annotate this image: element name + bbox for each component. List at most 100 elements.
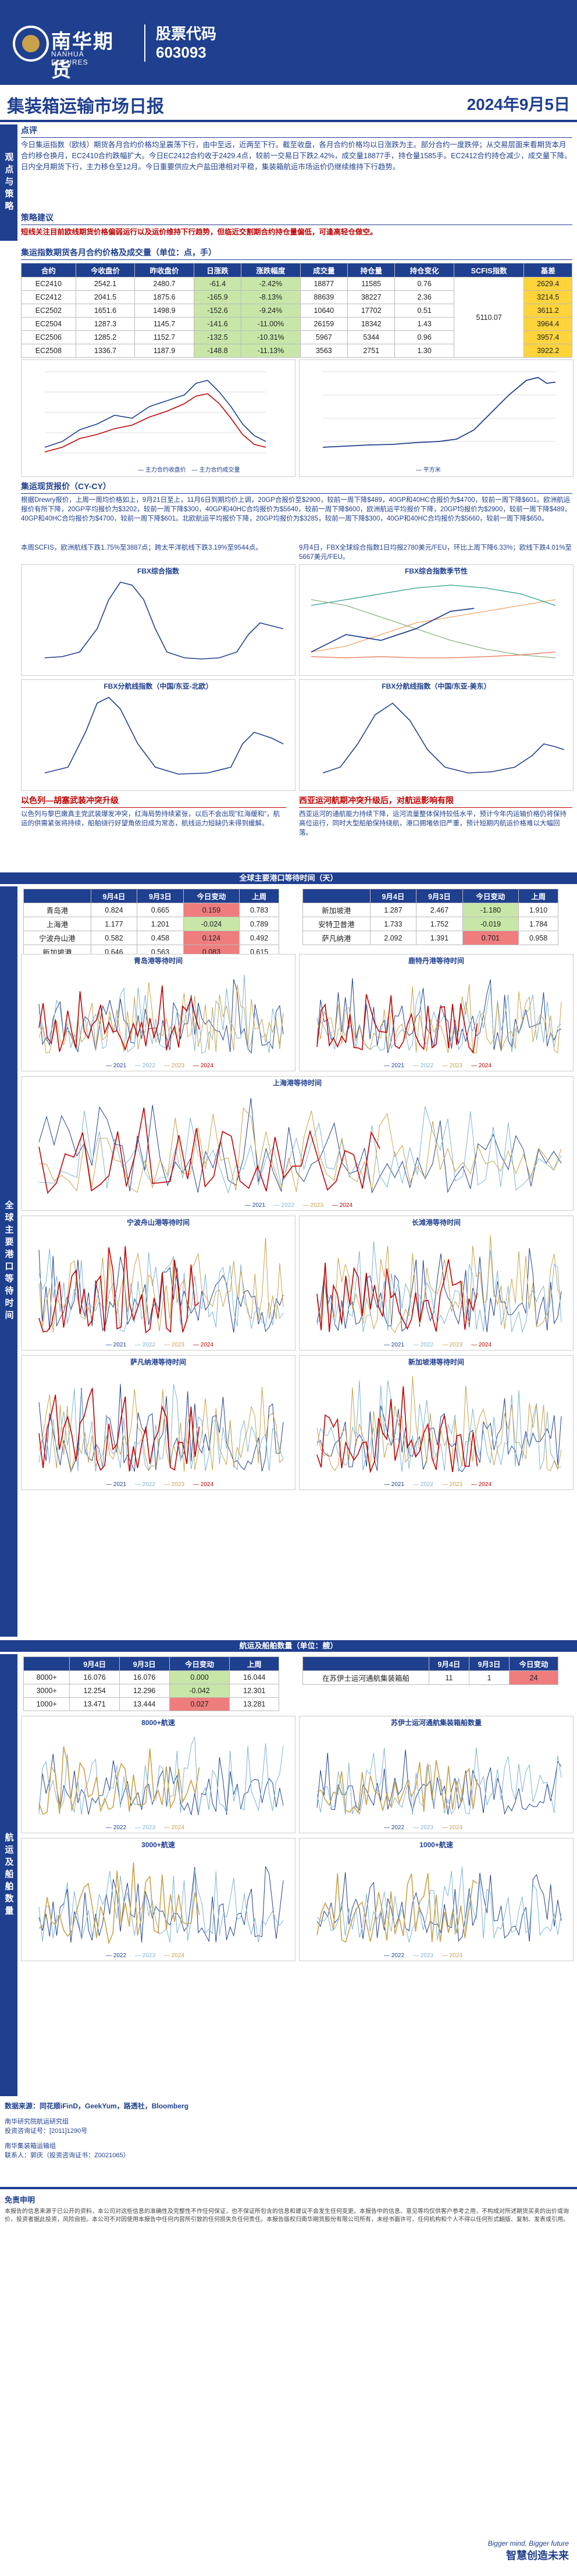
section-strategy: 策略建议 bbox=[21, 212, 572, 225]
wait-lastweek: 1.784 bbox=[518, 917, 558, 931]
legend-2023: — 2023 bbox=[164, 1342, 184, 1348]
section-futures-table: 集运指数期货各月合约价格及成交量（单位：点，手） bbox=[21, 247, 572, 260]
stock-code-label: 股票代码 bbox=[156, 25, 217, 42]
ships-left-col-header: 9月3日 bbox=[119, 1656, 170, 1671]
futures-cell: 2542.1 bbox=[75, 277, 136, 291]
wait-left-row: 上海港 1.177 1.201 -0.024 0.789 bbox=[23, 917, 279, 931]
wait-lastweek: 0.783 bbox=[239, 903, 279, 917]
longbeach-wait-chart-svg: — 2021 — 2022 — 2023 — 2024 bbox=[316, 1235, 562, 1348]
suez-change: 24 bbox=[509, 1670, 558, 1685]
slogan: Bigger mind, Bigger future 智慧创造未来 bbox=[488, 2539, 569, 2563]
wait-left-col-header: 9月3日 bbox=[137, 889, 184, 903]
legend-2022: — 2022 bbox=[274, 1202, 294, 1209]
ships-left-col-header: 今日变动 bbox=[169, 1656, 230, 1671]
futures-cell: 0.96 bbox=[394, 330, 454, 344]
top-banner: 南华期货 NANHUA FUTURES 股票代码 603093 bbox=[0, 0, 577, 85]
ship-change: 0.027 bbox=[169, 1697, 230, 1711]
futures-cell: EC2506 bbox=[21, 330, 76, 344]
wait-right-row: 萨凡纳港 2.092 1.391 0.701 0.958 bbox=[302, 931, 558, 945]
wait-yesterday: 2.467 bbox=[416, 903, 463, 917]
futures-cell: 0.76 bbox=[394, 277, 454, 291]
legend-2021: — 2021 bbox=[384, 1342, 404, 1348]
fbx-us-line bbox=[322, 702, 565, 774]
wait-lastweek: 0.789 bbox=[239, 917, 279, 931]
fbx-composite-line bbox=[44, 582, 284, 660]
report-date: 2024年9月5日 bbox=[466, 95, 570, 113]
futures-cell: -152.6 bbox=[193, 304, 242, 318]
futures-cell: 0.51 bbox=[394, 304, 454, 318]
futures-cell: 2629.4 bbox=[523, 277, 572, 291]
ships-right-col-header bbox=[302, 1656, 429, 1671]
legend-2024: — 2024 bbox=[193, 1063, 213, 1069]
fbx-2024-line bbox=[311, 608, 475, 653]
series-2022-line bbox=[316, 1750, 562, 1815]
legend-2021: — 2021 bbox=[245, 1202, 265, 1209]
qingdao-wait-chart-svg: — 2021 — 2022 — 2023 — 2024 bbox=[38, 974, 284, 1069]
futures-cell: 2480.7 bbox=[134, 277, 194, 291]
wait-right-row: 安特卫普港 1.733 1.752 -0.019 1.784 bbox=[302, 917, 558, 931]
series-2023-line bbox=[38, 1107, 562, 1193]
qingdao-wait-chart: 青岛港等待时间 — 2021 — 2022 — 2023 — 2024 bbox=[21, 954, 295, 1071]
ship-today: 16.076 bbox=[69, 1670, 120, 1684]
wait-change: -0.024 bbox=[183, 917, 240, 931]
ship-yesterday: 13.444 bbox=[119, 1697, 170, 1711]
legend-2024: — 2024 bbox=[471, 1063, 491, 1069]
legend-2024: — 2024 bbox=[164, 1953, 184, 1959]
disclaimer-text: 本报告的信息来源于已公开的资料，本公司对这些信息的准确性及完整性不作任何保证，也… bbox=[5, 2208, 569, 2223]
futures-cell: 3611.2 bbox=[523, 304, 572, 318]
speed-1000-chart-title: 1000+航速 bbox=[419, 1841, 453, 1849]
wait-left-row: 青岛港 0.824 0.665 0.159 0.783 bbox=[23, 903, 279, 917]
futures-cell: EC2410 bbox=[21, 277, 76, 291]
futures-col-header: 昨收盘价 bbox=[134, 263, 194, 277]
spot-bullet-1: 本周SCFIS，欧洲航线下跌1.75%至3887点；跨太平洋航线下跌3.19%至… bbox=[21, 544, 262, 551]
legend-2023: — 2023 bbox=[413, 1953, 433, 1959]
legend-2022: — 2022 bbox=[413, 1063, 433, 1069]
futures-col-header: 持仓量 bbox=[347, 263, 396, 277]
data-source: 数据来源：同花顺iFinD，GeekYum，路透社，Bloomberg bbox=[5, 2102, 189, 2110]
futures-cell: 3957.4 bbox=[523, 330, 572, 344]
comment-text: 今日集运指数（欧线）期货各月合约价格均呈震荡下行，由中至远，近两至下行。截至收盘… bbox=[21, 141, 572, 171]
wait-time-bar: 全球主要港口等待时间（天） bbox=[0, 872, 577, 884]
futures-cell: 18877 bbox=[300, 277, 348, 291]
futures-cell: -165.9 bbox=[193, 290, 242, 304]
futures-cell: 1.30 bbox=[394, 344, 454, 358]
page-title: 集装箱运输市场日报 bbox=[7, 97, 164, 116]
series-2024-line bbox=[316, 1386, 478, 1474]
wait-change: -1.180 bbox=[462, 903, 519, 917]
futures-cell: 1651.6 bbox=[75, 304, 136, 318]
wait-yesterday: 1.201 bbox=[137, 917, 184, 931]
legend-2024: — 2024 bbox=[442, 1825, 462, 1831]
futures-col-header: 持仓变化 bbox=[394, 263, 454, 277]
qingdao-wait-chart-title: 青岛港等待时间 bbox=[133, 957, 183, 965]
legend-2022: — 2022 bbox=[135, 1342, 155, 1348]
ships-left-col-header bbox=[23, 1656, 70, 1671]
wait-today: 2.092 bbox=[369, 931, 417, 945]
futures-cell: 5344 bbox=[347, 330, 396, 344]
ship-class: 8000+ bbox=[23, 1670, 70, 1684]
fbx-composite-chart: FBX综合指数 bbox=[21, 564, 295, 676]
futures-cell: -11.00% bbox=[241, 317, 301, 331]
singapore-wait-chart: 新加坡港等待时间 — 2021 — 2022 — 2023 — 2024 bbox=[299, 1355, 574, 1490]
wait-change: 0.701 bbox=[462, 931, 519, 945]
futures-cell: -2.42% bbox=[241, 277, 301, 291]
futures-cell: 1187.9 bbox=[134, 344, 194, 358]
futures-cell: 5110.07 bbox=[453, 277, 525, 358]
analyst-cert: 投资咨询证号：[2011]1290号 bbox=[5, 2128, 88, 2135]
futures-cell: EC2502 bbox=[21, 304, 76, 318]
scfis-line bbox=[322, 377, 556, 448]
rotterdam-wait-chart-svg: — 2021 — 2022 — 2023 — 2024 bbox=[316, 978, 562, 1069]
section-comment: 点评 bbox=[21, 124, 572, 138]
futures-cell: 3964.4 bbox=[523, 317, 572, 331]
speed-3000-chart-svg: — 2022 — 2023 — 2024 bbox=[38, 1862, 284, 1959]
company-logo: 南华期货 NANHUA FUTURES bbox=[13, 23, 117, 81]
speed-3000-chart: 3000+航速 — 2022 — 2023 — 2024 bbox=[21, 1838, 295, 1961]
legend-2023: — 2023 bbox=[164, 1063, 184, 1069]
series-2021-line bbox=[316, 1248, 562, 1332]
futures-cell: 2041.5 bbox=[75, 290, 136, 304]
series-2023-line bbox=[38, 1737, 284, 1815]
wait-left-col-header: 今日变动 bbox=[183, 889, 240, 903]
futures-cell: 11585 bbox=[347, 277, 396, 291]
futures-cell: 1498.9 bbox=[134, 304, 194, 318]
wait-change: 0.124 bbox=[183, 931, 240, 945]
futures-cell: 2.36 bbox=[394, 290, 454, 304]
